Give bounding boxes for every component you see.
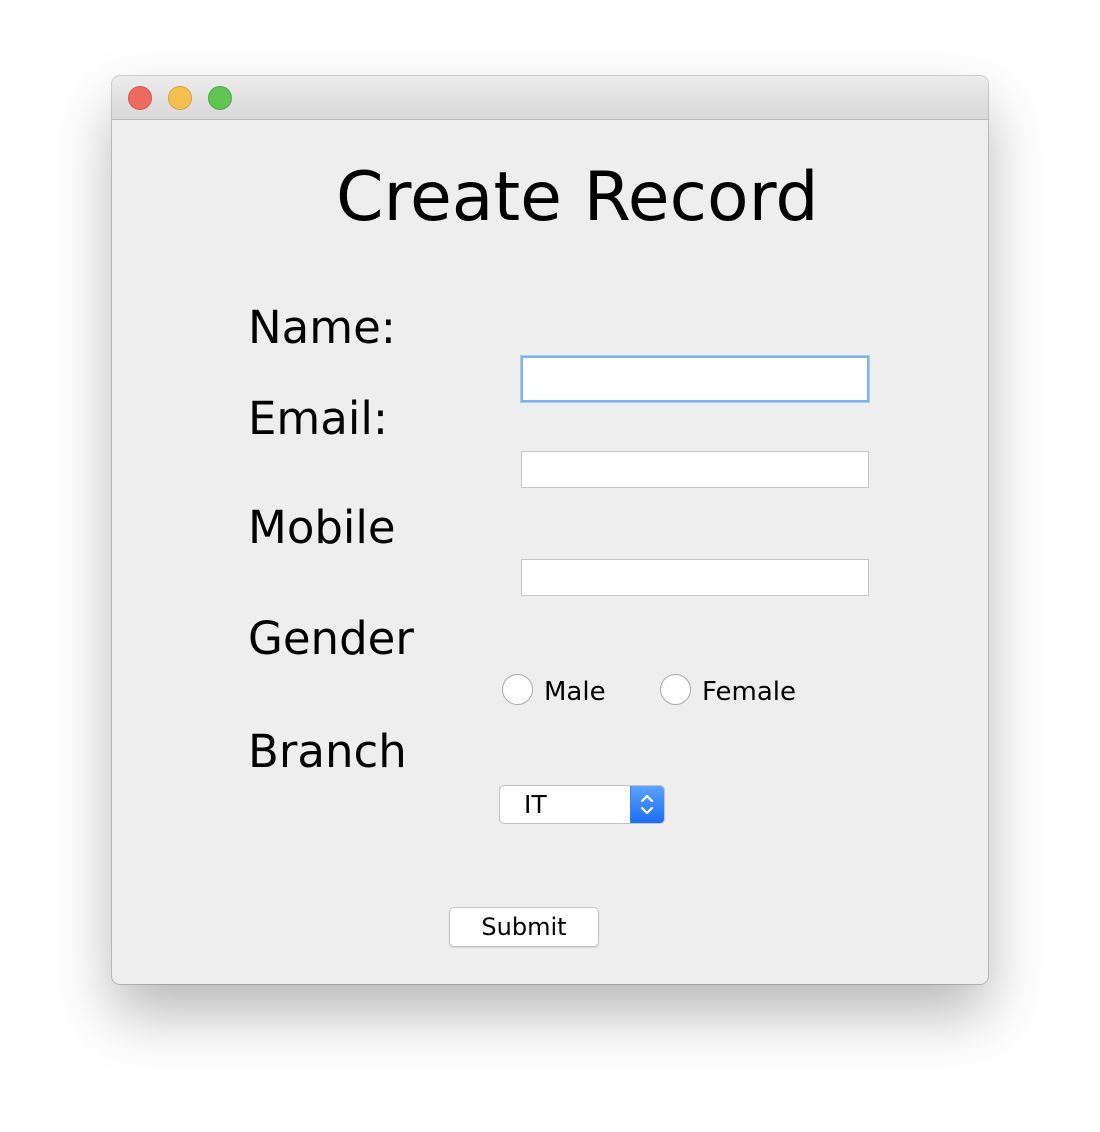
email-label: Email: bbox=[248, 392, 389, 445]
minimize-window-button[interactable] bbox=[168, 86, 192, 110]
mobile-label: Mobile bbox=[248, 501, 396, 554]
close-window-button[interactable] bbox=[128, 86, 152, 110]
page-title: Create Record bbox=[336, 158, 819, 237]
gender-female-label[interactable]: Female bbox=[702, 676, 796, 708]
gender-male-label[interactable]: Male bbox=[544, 676, 606, 708]
zoom-window-button[interactable] bbox=[208, 86, 232, 110]
app-window: Create Record Name: Email: Mobile Gender… bbox=[112, 76, 988, 984]
branch-select[interactable]: IT bbox=[499, 785, 665, 824]
submit-button[interactable]: Submit bbox=[449, 907, 599, 947]
gender-female-radio[interactable] bbox=[660, 674, 691, 705]
mobile-field[interactable] bbox=[521, 559, 869, 596]
gender-male-radio[interactable] bbox=[502, 674, 533, 705]
name-label: Name: bbox=[248, 301, 396, 354]
name-field[interactable] bbox=[521, 356, 869, 402]
email-field[interactable] bbox=[521, 451, 869, 488]
title-bar bbox=[112, 76, 988, 120]
branch-selected-value: IT bbox=[524, 790, 547, 819]
gender-label: Gender bbox=[248, 612, 414, 665]
form-panel: Create Record Name: Email: Mobile Gender… bbox=[112, 120, 988, 984]
select-stepper-icon bbox=[630, 786, 664, 823]
branch-label: Branch bbox=[248, 725, 407, 778]
